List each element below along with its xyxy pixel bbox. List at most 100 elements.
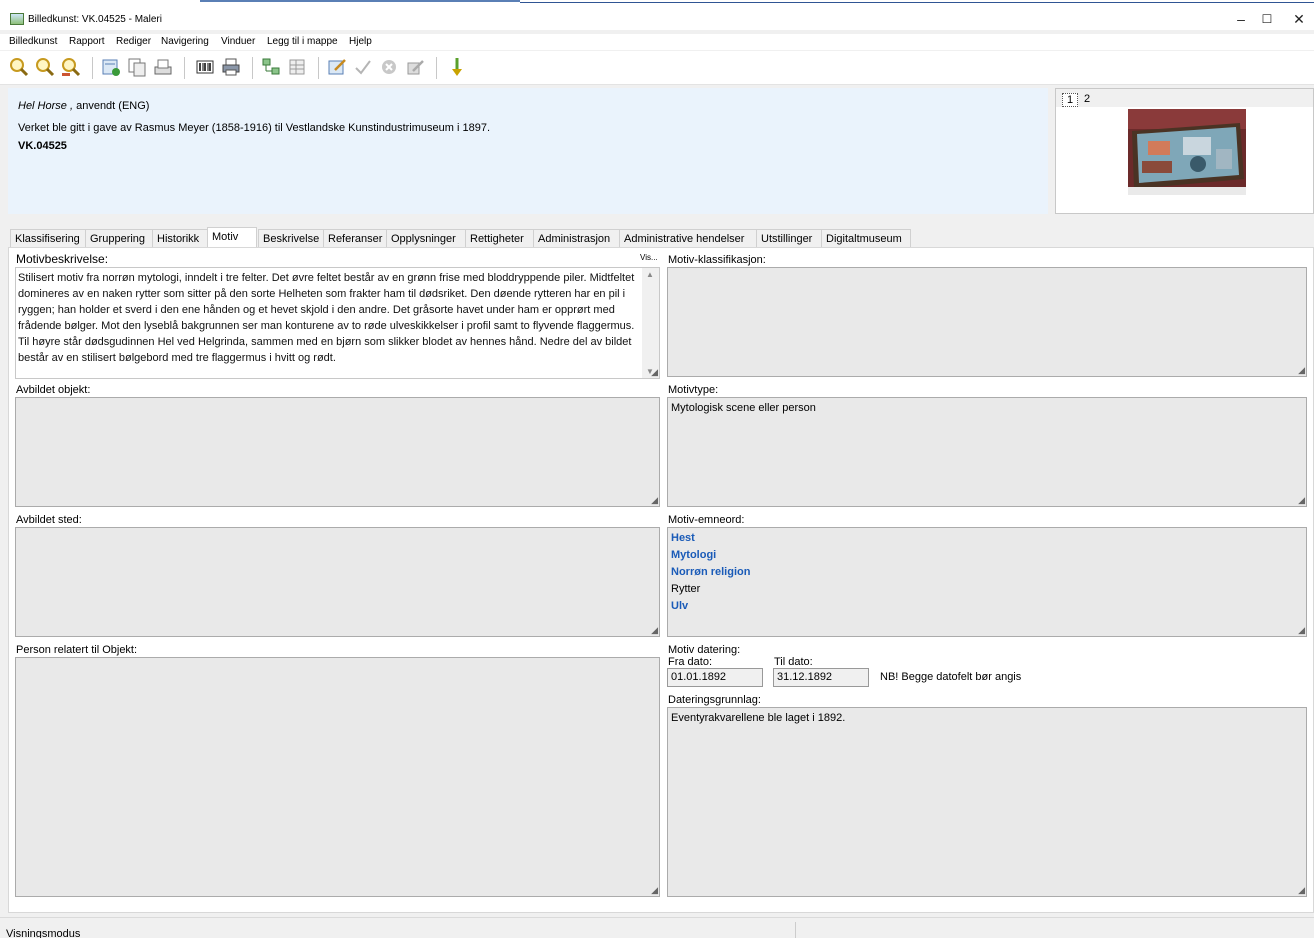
menu-billedkunst[interactable]: Billedkunst [9,36,57,47]
menu-navigering[interactable]: Navigering [161,36,209,47]
vis-link[interactable]: Vis... [640,253,658,262]
arrow-down-icon[interactable] [446,56,468,78]
cancel-icon[interactable] [378,56,400,78]
title-bar: Billedkunst: VK.04525 - Maleri – ☐ ✕ [0,0,1314,30]
person-relatert-field[interactable]: ◢ [15,657,660,897]
til-dato-label: Til dato: [774,656,813,668]
fra-dato-label: Fra dato: [668,656,713,668]
title-accent-line-2 [520,2,1314,3]
motivbeskrivelse-textarea[interactable]: Stilisert motiv fra norrøn mytologi, inn… [15,267,660,379]
toolbar-separator [184,57,185,79]
tab-administrasjon[interactable]: Administrasjon [533,229,620,248]
person-relatert-label: Person relatert til Objekt: [16,644,138,656]
avbildet-objekt-field[interactable]: ◢ [15,397,660,507]
tab-klassifisering[interactable]: Klassifisering [10,229,86,248]
resize-grip-icon[interactable]: ◢ [651,885,658,896]
checkmark-icon[interactable] [352,56,374,78]
tab-motiv[interactable]: Motiv [207,227,257,248]
resize-grip-icon[interactable]: ◢ [1298,495,1305,506]
emneord-link[interactable]: Norrøn religion [671,564,750,581]
resize-grip-icon[interactable]: ◢ [1298,365,1305,376]
dateringsgrunnlag-value: Eventyrakvarellene ble laget i 1892. [671,712,846,724]
copy-record-icon[interactable] [126,56,148,78]
tab-rettigheter[interactable]: Rettigheter [465,229,534,248]
search-next-icon[interactable] [34,56,56,78]
resize-grip-icon[interactable]: ◢ [1298,885,1305,896]
motivbeskrivelse-scrollbar[interactable]: ▲ ▼ [642,268,659,378]
menu-rediger[interactable]: Rediger [116,36,151,47]
menu-legg-til-i-mappe[interactable]: Legg til i mappe [267,36,338,47]
tab-digitaltmuseum[interactable]: Digitaltmuseum [821,229,911,248]
search-icon[interactable] [8,56,30,78]
search-advanced-icon[interactable] [60,56,82,78]
status-bar: Visningsmodus [0,917,1314,938]
menu-hjelp[interactable]: Hjelp [349,36,372,47]
tab-gruppering[interactable]: Gruppering [85,229,153,248]
menu-rapport[interactable]: Rapport [69,36,105,47]
date-note: NB! Begge datofelt bør angis [880,671,1022,683]
record-title: Hel Horse , [18,100,74,112]
tab-referanser[interactable]: Referanser [323,229,387,248]
artwork-thumbnail[interactable] [1128,109,1246,195]
motivtype-field[interactable]: Mytologisk scene eller person ◢ [667,397,1307,507]
record-title-suffix: anvendt (ENG) [73,100,150,112]
barcode-icon[interactable] [194,56,216,78]
motiv-klassifikasjon-label: Motiv-klassifikasjon: [668,254,766,266]
tree-add-icon[interactable] [260,56,282,78]
avbildet-sted-label: Avbildet sted: [16,514,82,526]
fra-dato-input[interactable]: 01.01.1892 [667,668,763,687]
dateringsgrunnlag-field[interactable]: Eventyrakvarellene ble laget i 1892. ◢ [667,707,1307,897]
resize-grip-icon[interactable]: ◢ [651,495,658,506]
avbildet-sted-field[interactable]: ◢ [15,527,660,637]
menu-vinduer[interactable]: Vinduer [221,36,255,47]
motivbeskrivelse-text: Stilisert motiv fra norrøn mytologi, inn… [18,272,635,364]
app-icon [10,13,24,25]
tab-administrative-hendelser[interactable]: Administrative hendelser [619,229,757,248]
lock-edit-icon[interactable] [404,56,426,78]
motivtype-value: Mytologisk scene eller person [671,402,816,414]
menu-bar: Billedkunst Rapport Rediger Navigering V… [0,34,1314,50]
resize-grip-icon[interactable]: ◢ [651,367,658,378]
status-mode: Visningsmodus [6,928,81,938]
maximize-button[interactable]: ☐ [1252,10,1282,28]
toolbar-separator [92,57,93,79]
resize-grip-icon[interactable]: ◢ [1298,625,1305,636]
motiv-klassifikasjon-field[interactable]: ◢ [667,267,1307,377]
tab-historikk[interactable]: Historikk [152,229,208,248]
toolbar-separator [436,57,437,79]
emneord-link[interactable]: Hest [671,530,750,547]
provenance-text: Verket ble gitt i gave av Rasmus Meyer (… [18,122,491,134]
edit-icon[interactable] [326,56,348,78]
resize-grip-icon[interactable]: ◢ [651,625,658,636]
dateringsgrunnlag-label: Dateringsgrunnlag: [668,694,761,706]
toolbar-separator [318,57,319,79]
emneord-item: Rytter [671,583,701,595]
motivtype-label: Motivtype: [668,384,719,396]
motiv-datering-label: Motiv datering: [668,644,741,656]
thumbnail-tab-1[interactable]: 1 [1062,93,1079,107]
emneord-list: Hest Mytologi Norrøn religion Rytter Ulv [671,530,750,615]
avbildet-objekt-label: Avbildet objekt: [16,384,91,396]
tab-beskrivelse[interactable]: Beskrivelse [258,229,324,248]
emneord-link[interactable]: Ulv [671,598,750,615]
toolbar-separator [252,57,253,79]
emneord-link[interactable]: Mytologi [671,547,750,564]
scanner-icon[interactable] [152,56,174,78]
print-icon[interactable] [220,56,242,78]
thumbnail-tab-2[interactable]: 2 [1080,93,1094,107]
application-window: Billedkunst: VK.04525 - Maleri – ☐ ✕ Bil… [0,0,1314,938]
motivbeskrivelse-label: Motivbeskrivelse: [16,252,109,266]
motiv-tab-content: Motivbeskrivelse: Vis... Stilisert motiv… [8,247,1314,913]
grid-icon[interactable] [286,56,308,78]
close-button[interactable]: ✕ [1284,10,1314,28]
tab-utstillinger[interactable]: Utstillinger [756,229,822,248]
scroll-up-icon[interactable]: ▲ [646,270,654,279]
thumbnail-tabs: 1 2 [1056,89,1313,107]
record-title-line: Hel Horse , anvendt (ENG) [18,100,149,112]
new-record-icon[interactable] [100,56,122,78]
til-dato-input[interactable]: 31.12.1892 [773,668,869,687]
tab-opplysninger[interactable]: Opplysninger [386,229,466,248]
record-id: VK.04525 [18,140,67,152]
motiv-emneord-field[interactable]: Hest Mytologi Norrøn religion Rytter Ulv… [667,527,1307,637]
toolbar [0,51,1314,85]
